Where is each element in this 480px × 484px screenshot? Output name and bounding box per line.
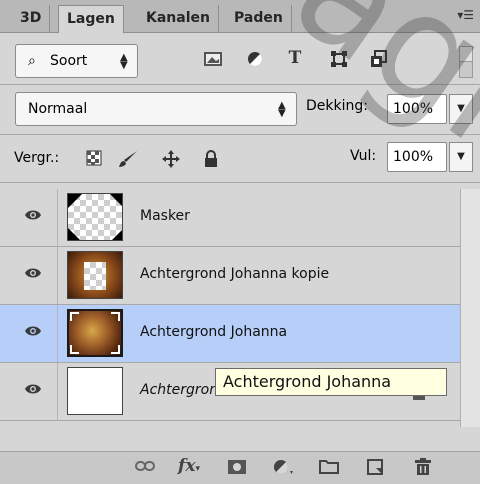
divider [0,182,480,183]
divider [0,84,480,85]
filter-kind-label: Soort [50,53,88,69]
layer-name: Achtergrond Johanna kopie [140,266,330,282]
blend-mode-value: Normaal [28,101,88,117]
layers-panel: 3D Lagen Kanalen Paden ▾☰ ⌕ Soort ▲ ▼ T N… [0,0,480,484]
search-icon: ⌕ [28,53,36,69]
layer-row-achtergrond-johanna[interactable]: Achtergrond Johanna [0,305,460,363]
layers-bottom-toolbar: fx▾ [0,451,480,484]
lock-transparent-pixels-icon[interactable] [86,150,102,170]
lock-label: Vergr.: [14,150,60,166]
image-filter-icon[interactable] [200,50,226,73]
visibility-toggle[interactable] [0,363,58,420]
visibility-toggle[interactable] [0,189,58,246]
layer-thumbnail[interactable] [67,193,123,241]
smart-object-filter-icon[interactable] [366,50,392,73]
eye-icon [25,326,41,336]
eye-icon [25,268,41,278]
tab-3d[interactable]: 3D [12,5,51,32]
fill-input[interactable]: 100% [387,142,447,172]
layer-thumbnail[interactable] [67,251,123,299]
shape-filter-icon[interactable] [326,50,352,73]
layer-thumbnail[interactable] [67,309,123,357]
panel-tab-bar: 3D Lagen Kanalen Paden ▾☰ [0,0,480,33]
layer-name: Achtergrond Johanna [140,324,288,340]
blend-mode-select[interactable]: Normaal ▲ ▼ [15,92,297,126]
lock-image-pixels-icon[interactable] [118,150,138,172]
tab-channels[interactable]: Kanalen [138,5,219,32]
tab-layers[interactable]: Lagen [58,5,124,33]
adjustment-filter-icon[interactable] [242,50,268,73]
visibility-toggle[interactable] [0,247,58,304]
fx-layer-style-icon[interactable]: fx▾ [178,456,200,476]
opacity-value: 100% [393,101,434,117]
opacity-dropdown-button[interactable]: ▼ [449,94,473,124]
updown-arrows-icon: ▲ ▼ [278,100,286,119]
type-filter-icon[interactable]: T [282,48,308,68]
layer-row-achtergrond-johanna-kopie[interactable]: Achtergrond Johanna kopie [0,247,460,305]
opacity-label: Dekking: [306,98,368,114]
layer-thumbnail[interactable] [67,367,123,415]
divider [0,134,480,135]
lock-all-icon[interactable] [204,150,218,172]
opacity-input[interactable]: 100% [387,94,447,124]
eye-icon [25,210,41,220]
new-layer-icon[interactable] [364,458,386,480]
layer-name: Achtergrond [140,382,227,398]
link-layers-icon[interactable] [134,458,156,477]
tab-paths[interactable]: Paden [226,5,292,32]
fill-value: 100% [393,149,434,165]
updown-arrows-icon: ▲ ▼ [120,52,128,71]
adjustment-layer-icon[interactable] [272,458,294,480]
trash-icon[interactable] [412,458,434,480]
layer-row-masker[interactable]: Masker [0,189,460,247]
layer-name-tooltip: Achtergrond Johanna [215,368,447,396]
lock-position-icon[interactable] [162,150,180,172]
panel-menu-icon[interactable]: ▾☰ [457,8,474,22]
layer-name: Masker [140,208,190,224]
new-group-folder-icon[interactable] [318,458,340,478]
add-mask-icon[interactable] [226,458,248,480]
filter-kind-select[interactable]: ⌕ Soort ▲ ▼ [15,44,138,78]
visibility-toggle[interactable] [0,305,58,362]
fill-label: Vul: [350,148,377,164]
layers-empty-area [0,427,480,451]
filter-toggle-switch[interactable] [459,46,473,78]
fill-dropdown-button[interactable]: ▼ [449,142,473,172]
layers-scrollbar[interactable] [460,189,480,427]
eye-icon [25,384,41,394]
